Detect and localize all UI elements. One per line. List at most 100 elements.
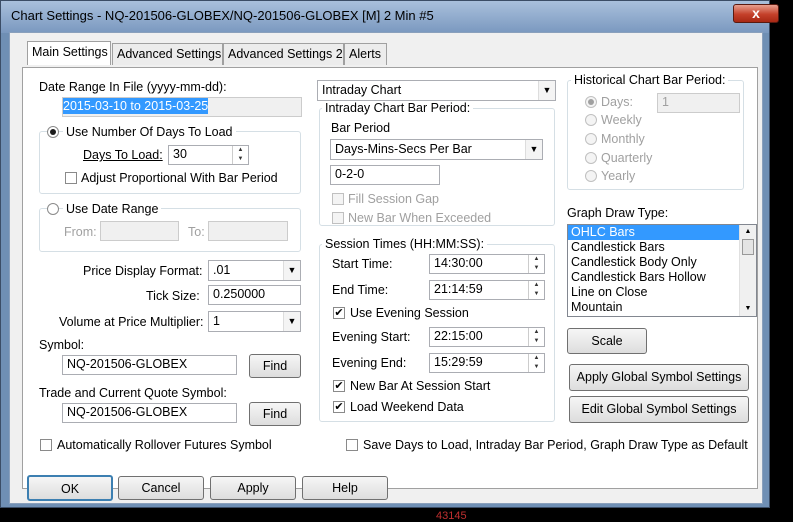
spin-down-icon[interactable]: ▼ (529, 290, 544, 299)
graph-draw-type-list[interactable]: OHLC Bars Candlestick Bars Candlestick B… (567, 224, 757, 317)
to-date-input[interactable] (208, 221, 288, 241)
adjust-proportional-label: Adjust Proportional With Bar Period (81, 171, 278, 185)
historical-days-input[interactable]: 1 (657, 93, 740, 113)
days-to-load-spinner[interactable]: ▲ ▼ (232, 146, 248, 164)
list-item[interactable]: Candlestick Body Only (568, 255, 756, 270)
chevron-down-icon[interactable]: ▼ (283, 312, 300, 331)
trade-symbol-find-button[interactable]: Find (249, 402, 301, 426)
tab-advanced-settings-2[interactable]: Advanced Settings 2 (223, 43, 344, 65)
bar-period-label: Bar Period (331, 121, 391, 135)
historical-weekly-radio[interactable] (585, 114, 597, 126)
apply-button[interactable]: Apply (210, 476, 296, 500)
edit-global-settings-button[interactable]: Edit Global Symbol Settings (569, 396, 749, 423)
list-item[interactable]: OHLC Bars (568, 225, 756, 240)
evening-end-input[interactable]: 15:29:59 ▲ ▼ (429, 353, 545, 373)
spin-down-icon[interactable]: ▼ (529, 363, 544, 372)
start-time-spinner[interactable]: ▲ ▼ (528, 255, 544, 273)
bar-period-input[interactable]: 0-2-0 (330, 165, 440, 185)
start-time-input[interactable]: 14:30:00 ▲ ▼ (429, 254, 545, 274)
spin-down-icon[interactable]: ▼ (233, 155, 248, 164)
new-bar-when-exceeded-checkbox[interactable] (332, 212, 344, 224)
evening-end-value: 15:29:59 (434, 355, 483, 369)
save-defaults-checkbox[interactable] (346, 439, 358, 451)
scroll-up-icon[interactable]: ▲ (740, 225, 756, 239)
use-date-range-label[interactable]: Use Date Range (63, 202, 162, 216)
tab-main-settings[interactable]: Main Settings (27, 41, 111, 65)
from-date-input[interactable] (100, 221, 179, 241)
ok-button[interactable]: OK (27, 475, 113, 501)
adjust-proportional-checkbox[interactable] (65, 172, 77, 184)
evening-end-spinner[interactable]: ▲ ▼ (528, 354, 544, 372)
scroll-down-icon[interactable]: ▼ (740, 302, 756, 316)
trade-symbol-value: NQ-201506-GLOBEX (67, 405, 188, 419)
start-time-label: Start Time: (332, 257, 393, 271)
days-to-load-input[interactable]: 30 ▲ ▼ (168, 145, 249, 165)
price-display-format-select[interactable]: .01 ▼ (208, 260, 301, 281)
tick-size-input[interactable]: 0.250000 (208, 285, 301, 305)
symbol-input[interactable]: NQ-201506-GLOBEX (62, 355, 237, 375)
tab-alerts[interactable]: Alerts (344, 43, 387, 65)
end-time-input[interactable]: 21:14:59 ▲ ▼ (429, 280, 545, 300)
spin-up-icon[interactable]: ▲ (529, 281, 544, 290)
spin-up-icon[interactable]: ▲ (529, 255, 544, 264)
apply-global-settings-button[interactable]: Apply Global Symbol Settings (569, 364, 749, 391)
help-button[interactable]: Help (302, 476, 388, 500)
historical-monthly-radio[interactable] (585, 133, 597, 145)
symbol-value: NQ-201506-GLOBEX (67, 357, 188, 371)
background-price-text: 43145 (436, 510, 467, 522)
main-settings-panel: Date Range In File (yyyy-mm-dd): 2015-03… (22, 67, 758, 489)
load-weekend-data-checkbox[interactable]: ✔ (333, 401, 345, 413)
days-to-load-value: 30 (173, 147, 187, 161)
scale-button[interactable]: Scale (567, 328, 647, 354)
list-item[interactable]: Candlestick Bars Hollow (568, 270, 756, 285)
evening-start-input[interactable]: 22:15:00 ▲ ▼ (429, 327, 545, 347)
historical-days-radio[interactable] (585, 96, 597, 108)
chart-type-value: Intraday Chart (322, 83, 402, 97)
new-bar-session-start-label: New Bar At Session Start (350, 379, 491, 393)
chevron-down-icon[interactable]: ▼ (283, 261, 300, 280)
scroll-thumb[interactable] (742, 239, 754, 255)
date-range-file-label: Date Range In File (yyyy-mm-dd): (39, 80, 227, 94)
spin-down-icon[interactable]: ▼ (529, 337, 544, 346)
list-item[interactable]: Line on Close (568, 285, 756, 300)
fill-session-gap-checkbox[interactable] (332, 193, 344, 205)
use-evening-session-label: Use Evening Session (350, 306, 469, 320)
from-label: From: (64, 225, 97, 239)
new-bar-session-start-checkbox[interactable]: ✔ (333, 380, 345, 392)
chart-settings-window: Chart Settings - NQ-201506-GLOBEX/NQ-201… (0, 0, 779, 508)
historical-quarterly-radio[interactable] (585, 152, 597, 164)
bar-period-input-value: 0-2-0 (335, 167, 365, 181)
bar-period-value: Days-Mins-Secs Per Bar (335, 142, 472, 156)
list-item[interactable]: Candlestick Bars (568, 240, 756, 255)
spin-down-icon[interactable]: ▼ (529, 264, 544, 273)
spin-up-icon[interactable]: ▲ (233, 146, 248, 155)
use-evening-session-checkbox[interactable]: ✔ (333, 307, 345, 319)
use-date-range-radio[interactable] (47, 203, 59, 215)
symbol-find-button[interactable]: Find (249, 354, 301, 378)
evening-start-label: Evening Start: (332, 330, 411, 344)
spin-up-icon[interactable]: ▲ (529, 328, 544, 337)
list-scrollbar[interactable]: ▲ ▼ (739, 225, 756, 316)
tab-advanced-settings[interactable]: Advanced Settings (112, 43, 223, 65)
end-time-spinner[interactable]: ▲ ▼ (528, 281, 544, 299)
chevron-down-icon[interactable]: ▼ (525, 140, 542, 159)
bar-period-select[interactable]: Days-Mins-Secs Per Bar ▼ (330, 139, 543, 160)
auto-rollover-checkbox[interactable] (40, 439, 52, 451)
spin-up-icon[interactable]: ▲ (529, 354, 544, 363)
historical-days-value: 1 (662, 95, 669, 109)
historical-yearly-radio[interactable] (585, 170, 597, 182)
trade-symbol-input[interactable]: NQ-201506-GLOBEX (62, 403, 237, 423)
use-days-to-load-radio[interactable] (47, 126, 59, 138)
cancel-button[interactable]: Cancel (118, 476, 204, 500)
close-button[interactable]: x (733, 4, 779, 23)
tick-size-value: 0.250000 (213, 287, 266, 301)
fill-session-gap-label: Fill Session Gap (348, 192, 440, 206)
load-weekend-data-label: Load Weekend Data (350, 400, 464, 414)
use-days-to-load-label[interactable]: Use Number Of Days To Load (63, 125, 236, 139)
volume-multiplier-select[interactable]: 1 ▼ (208, 311, 301, 332)
list-item[interactable]: Mountain (568, 300, 756, 315)
chart-type-select[interactable]: Intraday Chart ▼ (317, 80, 556, 101)
chevron-down-icon[interactable]: ▼ (538, 81, 555, 100)
title-bar[interactable]: Chart Settings - NQ-201506-GLOBEX/NQ-201… (1, 1, 769, 33)
evening-start-spinner[interactable]: ▲ ▼ (528, 328, 544, 346)
